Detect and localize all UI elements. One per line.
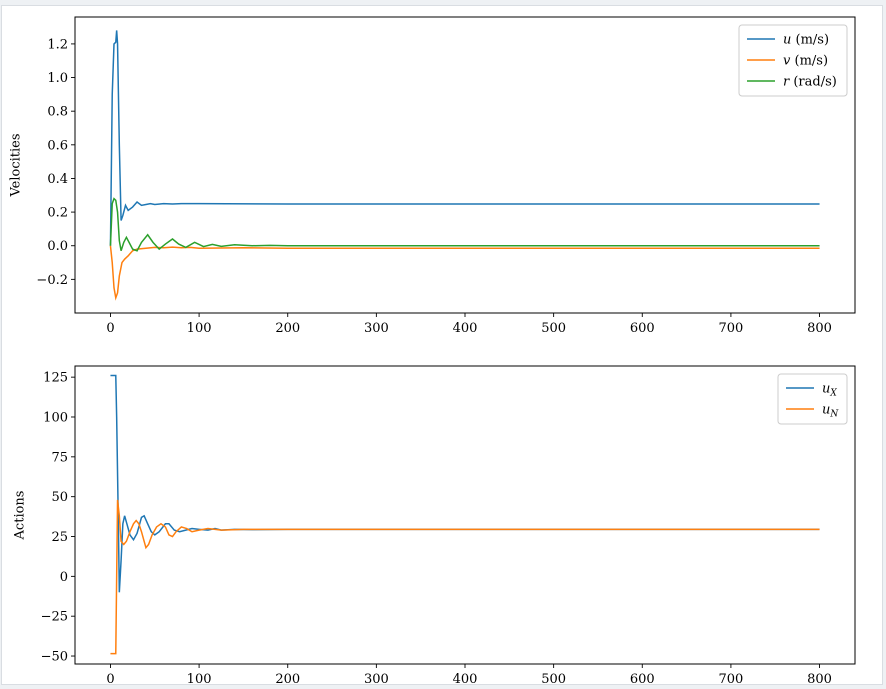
- y-tick-label: 0.6: [47, 138, 68, 153]
- x-tick-label: 200: [275, 321, 300, 336]
- y-tick-label: 25: [51, 530, 68, 545]
- x-tick-label: 0: [106, 321, 114, 336]
- actions-axes-frame: [74, 365, 856, 665]
- x-tick-label: 500: [541, 321, 566, 336]
- legend-label: v (m/s): [783, 54, 828, 69]
- actions-subplot: 0 100 200 300 400 500 600 700 800 −50 −25 0 25 50 75 1…: [13, 365, 856, 684]
- y-tick-label: 100: [43, 410, 68, 425]
- x-tick-label: 400: [453, 321, 478, 336]
- velocities-axes-frame: [74, 16, 856, 314]
- y-tick-label: −50: [41, 650, 68, 665]
- velocities-y-label: Velocities: [9, 133, 24, 197]
- y-tick-label: 0.4: [47, 172, 68, 187]
- y-tick-label: −0.2: [36, 273, 68, 288]
- velocities-subplot: 0 100 200 300 400 500 600 700 800 −0.2 0.0 0.2 0.4 0…: [9, 16, 856, 336]
- series-line-un: [110, 499, 820, 655]
- y-tick-label: 0.2: [47, 206, 68, 221]
- y-tick-label: 125: [43, 371, 68, 386]
- velocities-lines: [109, 30, 820, 301]
- y-tick-label: 1.0: [47, 71, 68, 86]
- y-tick-label: 50: [51, 490, 68, 505]
- series-line-ux: [110, 374, 820, 593]
- actions-y-label: Actions: [13, 491, 28, 541]
- x-tick-label: 600: [630, 672, 655, 684]
- legend-label: u (m/s): [783, 33, 829, 48]
- series-line-v: [109, 245, 820, 301]
- x-tick-label: 700: [718, 321, 743, 336]
- y-tick-label: 1.2: [47, 37, 68, 52]
- velocities-y-ticks: −0.2 0.0 0.2 0.4 0.6 0.8 1.0 1.2: [36, 37, 75, 288]
- x-tick-label: 600: [630, 321, 655, 336]
- series-line-u: [109, 30, 820, 246]
- legend-label: r (rad/s): [783, 75, 837, 90]
- y-tick-label: 75: [51, 450, 68, 465]
- series-line-r: [109, 197, 820, 252]
- y-tick-label: −25: [41, 610, 68, 625]
- velocities-legend: u (m/s) v (m/s) r (rad/s): [738, 24, 848, 97]
- x-tick-label: 400: [453, 672, 478, 684]
- x-tick-label: 0: [106, 672, 114, 684]
- x-tick-label: 500: [541, 672, 566, 684]
- y-tick-label: 0.8: [47, 105, 68, 120]
- y-tick-label: 0: [60, 570, 68, 585]
- velocities-x-ticks: 0 100 200 300 400 500 600 700 800: [106, 313, 832, 336]
- x-tick-label: 100: [187, 321, 212, 336]
- figure-canvas: 0 100 200 300 400 500 600 700 800 −0.20.00.20.40…: [9, 16, 856, 684]
- x-tick-label: 300: [364, 672, 389, 684]
- x-tick-label: 800: [807, 321, 832, 336]
- x-tick-label: 700: [718, 672, 743, 684]
- y-tick-label: 0.0: [47, 239, 68, 254]
- x-tick-label: 100: [187, 672, 212, 684]
- figure-window: 0 100 200 300 400 500 600 700 800 −0.2 0.0 0.2 0.4 0…: [2, 6, 882, 684]
- actions-lines: [110, 374, 820, 655]
- actions-legend: uXuN: [777, 373, 848, 425]
- x-tick-label: 800: [807, 672, 832, 684]
- actions-x-ticks: 0 100 200 300 400 500 600 700 800: [106, 664, 832, 684]
- actions-y-ticks: −50 −25 0 25 50 75 100 125: [41, 371, 75, 665]
- x-tick-label: 200: [275, 672, 300, 684]
- x-tick-label: 300: [364, 321, 389, 336]
